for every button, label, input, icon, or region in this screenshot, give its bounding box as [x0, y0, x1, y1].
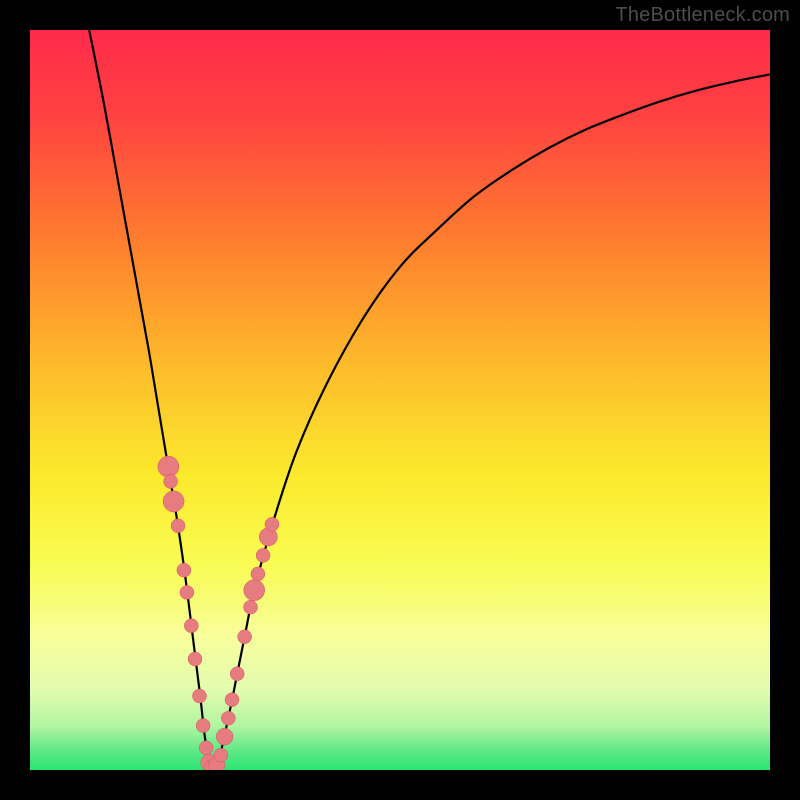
data-marker — [221, 711, 235, 725]
data-marker — [214, 748, 228, 762]
data-marker — [216, 728, 233, 745]
plot-area — [30, 30, 770, 770]
data-marker — [177, 563, 191, 577]
data-marker — [192, 689, 206, 703]
data-marker — [230, 667, 244, 681]
data-marker — [244, 600, 258, 614]
data-marker — [225, 693, 239, 707]
watermark-text: TheBottleneck.com — [615, 4, 790, 27]
data-marker — [244, 580, 265, 601]
data-marker — [265, 517, 279, 531]
data-marker — [171, 519, 185, 533]
data-marker — [180, 585, 194, 599]
data-marker — [251, 567, 265, 581]
gradient-background — [30, 30, 770, 770]
data-marker — [184, 619, 198, 633]
chart-svg — [30, 30, 770, 770]
data-marker — [199, 741, 213, 755]
data-marker — [238, 630, 252, 644]
data-marker — [164, 474, 178, 488]
data-marker — [256, 548, 270, 562]
data-marker — [163, 491, 184, 512]
data-marker — [158, 456, 179, 477]
data-marker — [188, 652, 202, 666]
data-marker — [196, 719, 210, 733]
chart-frame: TheBottleneck.com — [0, 0, 800, 800]
